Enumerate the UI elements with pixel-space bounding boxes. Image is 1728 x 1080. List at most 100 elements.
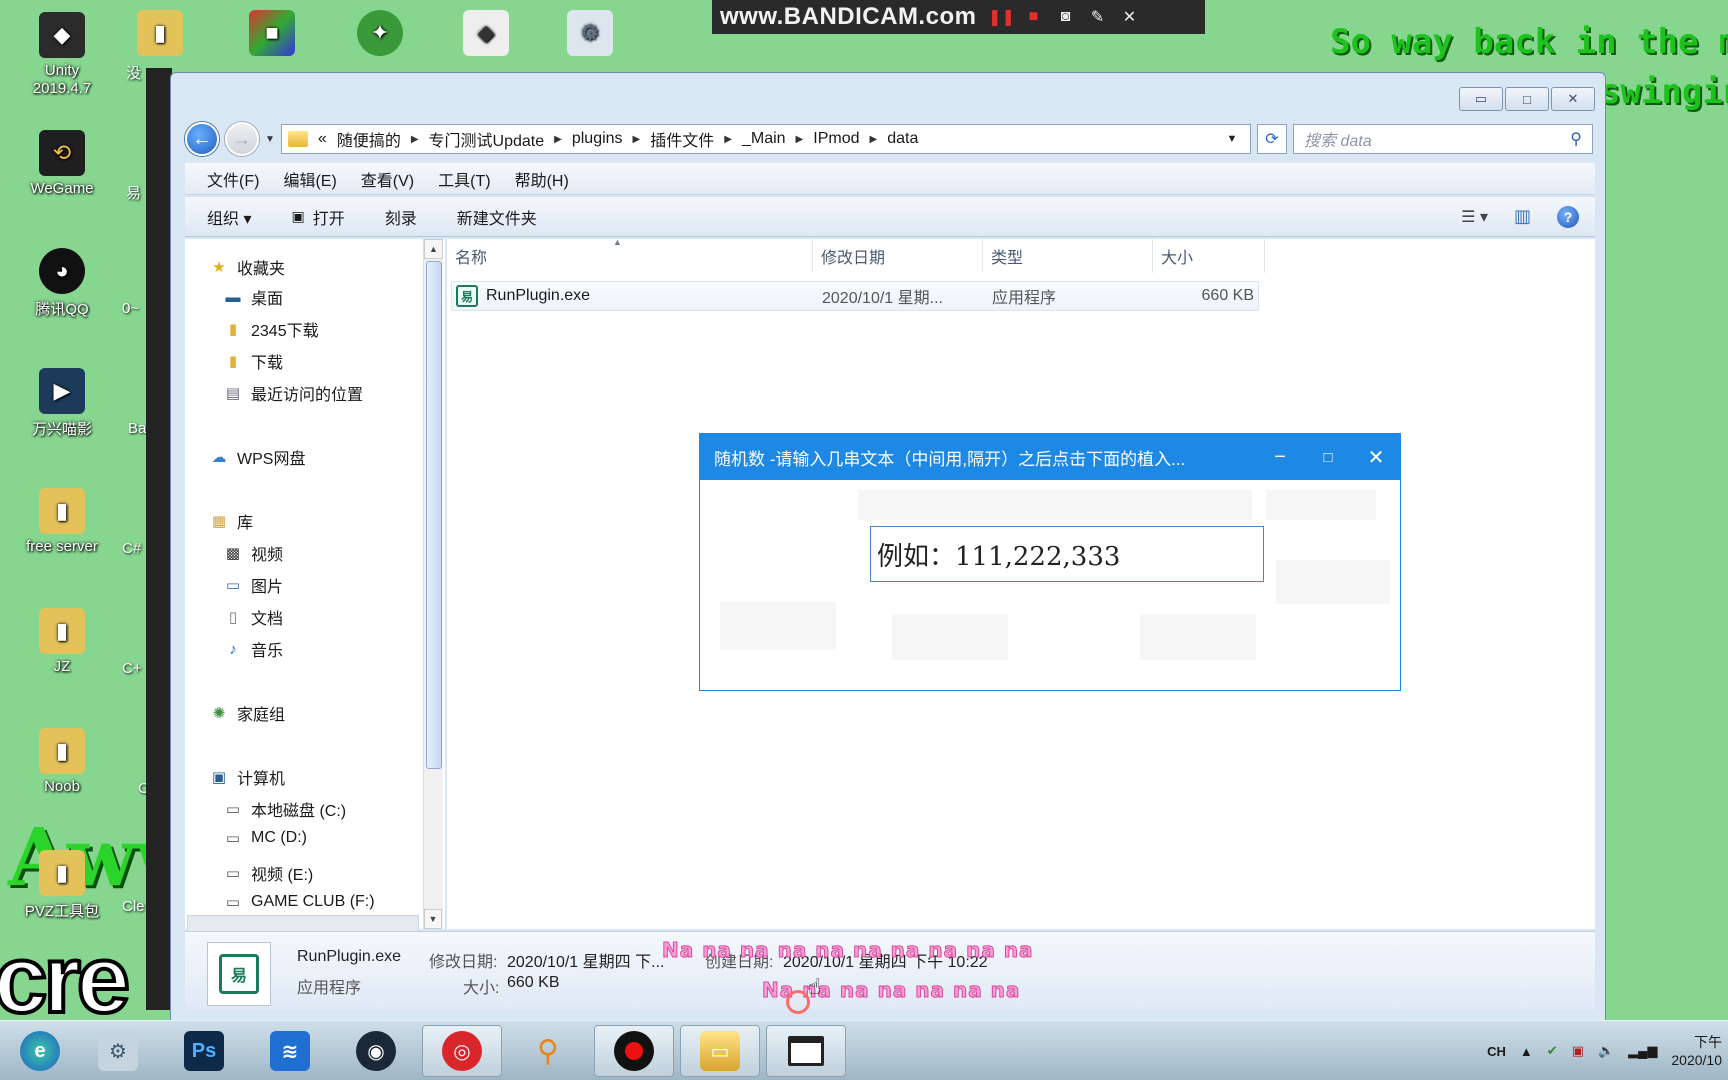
stop-icon[interactable]: ■ [1022,6,1044,28]
help-icon[interactable]: ? [1557,205,1579,228]
desktop-icon-wegame[interactable]: ⟲ WeGame [12,130,112,197]
taskbar-edge[interactable]: e [0,1025,80,1077]
nav-computer[interactable]: ▣ 计算机 [209,765,285,789]
maximize-button[interactable]: □ [1505,87,1549,111]
taskbar-steam[interactable]: ◉ [336,1025,416,1077]
taskbar-app-2[interactable]: ⚙ [78,1025,158,1077]
column-header-type[interactable]: 类型 [983,239,1153,273]
address-dropdown-icon[interactable]: ▼ [1220,133,1244,145]
refresh-button[interactable]: ⟳ [1257,124,1287,154]
history-dropdown-icon[interactable]: ▼ [265,134,275,145]
taskbar-search-app[interactable]: ⚲ [508,1025,588,1077]
preview-pane-icon[interactable]: ▥ [1514,206,1531,227]
desktop-icon-top[interactable]: ⚙ [540,10,640,60]
pause-icon[interactable]: ❚❚ [988,6,1015,28]
breadcrumb-item[interactable]: 专门测试Update [429,127,545,151]
desktop-icon-noob[interactable]: ▮ Noob [12,728,112,795]
chevron-right-icon[interactable]: ▶ [724,134,732,145]
new-folder-button[interactable]: 新建文件夹 [457,205,537,229]
breadcrumb-item[interactable]: 插件文件 [650,127,714,151]
breadcrumb-item[interactable]: _Main [742,130,786,148]
breadcrumb-item[interactable]: plugins [572,130,623,148]
close-icon[interactable]: ✕ [1118,6,1140,28]
taskbar-netease-music[interactable]: ◎ [422,1025,502,1077]
nav-scrollbar[interactable]: ▲ ▼ [423,239,443,929]
breadcrumb-item[interactable]: IPmod [813,130,859,148]
minimize-button[interactable]: ▭ [1459,87,1503,111]
menu-edit[interactable]: 编辑(E) [283,167,336,191]
nav-drive-f[interactable]: ▭ GAME CLUB (F:) [223,893,375,911]
camera-icon[interactable]: ◙ [1054,6,1076,28]
open-button[interactable]: ▣ 打开 [291,205,344,229]
pen-icon[interactable]: ✎ [1086,6,1108,28]
nav-drive-e[interactable]: ▭ 视频 (E:) [223,861,313,885]
input-language[interactable]: CH [1487,1044,1506,1059]
chevron-right-icon[interactable]: ▶ [633,134,641,145]
desktop-icon-free-server[interactable]: ▮ free server [12,488,112,555]
clock[interactable]: 下午 2020/10 [1671,1033,1722,1069]
desktop-icon-top[interactable]: ▮ [110,10,210,60]
nav-homegroup[interactable]: ✺ 家庭组 [209,701,285,725]
taskbar-window[interactable] [766,1025,846,1077]
desktop-icon-top[interactable]: ◆ [436,10,536,60]
address-overflow[interactable]: « [318,130,327,148]
close-button[interactable]: ✕ [1551,87,1595,111]
desktop-icon-top[interactable]: ✦ [330,10,430,60]
column-header-size[interactable]: 大小 [1153,239,1265,273]
breadcrumb-item[interactable]: 随便搞的 [337,127,401,151]
dialog-minimize-button[interactable]: − [1256,446,1304,469]
back-button[interactable]: ← [185,122,219,156]
desktop-icon-unity[interactable]: ◆ Unity 2019.4.7 [12,12,112,98]
nav-videos[interactable]: ▩ 视频 [223,541,283,565]
nav-library[interactable]: ▦ 库 [209,509,253,533]
view-options-icon[interactable]: ☰ ▾ [1461,207,1488,227]
nav-pictures[interactable]: ▭ 图片 [223,573,283,597]
menu-file[interactable]: 文件(F) [207,167,259,191]
breadcrumb-item[interactable]: data [887,130,918,148]
tray-expand-icon[interactable]: ▲ [1520,1044,1533,1059]
scroll-down-icon[interactable]: ▼ [424,909,442,929]
dialog-title-bar[interactable]: 随机数 -请输入几串文本（中间用,隔开）之后点击下面的植入... − □ ✕ [700,434,1400,480]
nav-wps-cloud[interactable]: ☁ WPS网盘 [209,445,306,469]
nav-drive-c[interactable]: ▭ 本地磁盘 (C:) [223,797,346,821]
menu-view[interactable]: 查看(V) [361,167,414,191]
scroll-up-icon[interactable]: ▲ [424,239,443,259]
ghost-button[interactable] [892,614,1008,660]
nav-documents[interactable]: ▯ 文档 [223,605,283,629]
ghost-button[interactable] [1276,560,1390,604]
nav-music[interactable]: ♪ 音乐 [223,637,283,661]
taskbar-explorer[interactable]: ▭ [680,1025,760,1077]
taskbar-network-app[interactable]: ≋ [250,1025,330,1077]
chevron-right-icon[interactable]: ▶ [554,134,562,145]
desktop-icon-qq[interactable]: ◕ 腾讯QQ [12,248,112,319]
taskbar-photoshop[interactable]: Ps [164,1025,244,1077]
scroll-thumb[interactable] [426,261,442,769]
text-input-field[interactable]: 例如：111,222,333 [870,526,1264,582]
address-bar[interactable]: « 随便搞的 ▶ 专门测试Update ▶ plugins ▶ 插件文件 ▶ _Main… [280,124,1251,154]
burn-button[interactable]: 刻录 [385,205,417,229]
chevron-right-icon[interactable]: ▶ [411,134,419,145]
volume-icon[interactable]: 🔈 [1598,1043,1614,1059]
desktop-icon-top[interactable]: ■ [222,10,322,60]
chevron-right-icon[interactable]: ▶ [870,134,878,145]
file-row[interactable]: 易 RunPlugin.exe 2020/10/1 星期... 应用程序 660… [451,281,1259,311]
nav-desktop[interactable]: ▬ 桌面 [223,285,284,309]
organize-button[interactable]: 组织 ▾ [207,205,251,229]
nav-recent[interactable]: ▤ 最近访问的位置 [223,381,363,405]
column-header-modified[interactable]: 修改日期 [813,239,983,273]
desktop-icon-wondershare[interactable]: ▶ 万兴喵影 [12,368,112,439]
dialog-close-button[interactable]: ✕ [1352,445,1400,470]
taskbar-bandicam[interactable] [594,1025,674,1077]
nav-favorites[interactable]: ★ 收藏夹 [209,255,285,279]
search-icon[interactable]: ⚲ [1570,129,1582,149]
network-icon[interactable]: ▂▄▆ [1628,1043,1657,1059]
nav-drive-d[interactable]: ▭ MC (D:) [223,829,307,847]
menu-tools[interactable]: 工具(T) [438,167,490,191]
column-header-name[interactable]: 名称 [447,239,813,273]
forward-button[interactable]: → [225,122,259,156]
menu-help[interactable]: 帮助(H) [515,167,569,191]
nav-2345-downloads[interactable]: ▮ 2345下载 [223,317,319,341]
desktop-icon-pvz[interactable]: ▮ PVZ工具包 [12,850,112,921]
nav-downloads[interactable]: ▮ 下载 [223,349,283,373]
dialog-maximize-button[interactable]: □ [1304,449,1352,466]
